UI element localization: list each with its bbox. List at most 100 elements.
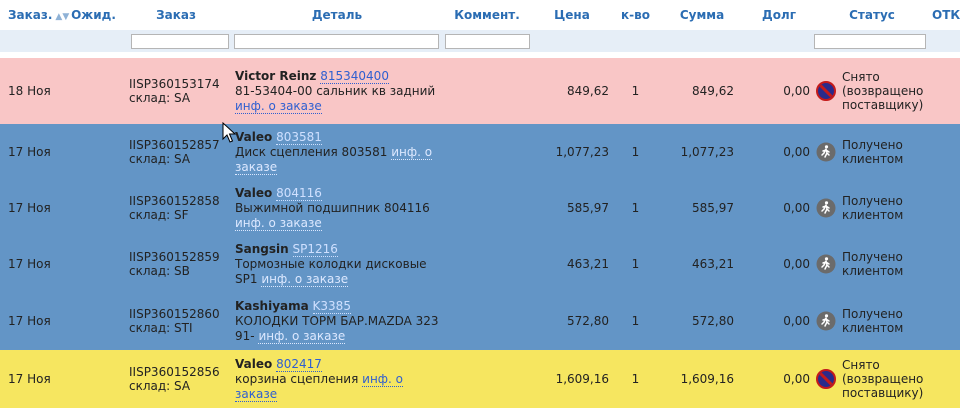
status-cell: Снято (возвращено поставщику) xyxy=(812,55,932,124)
warehouse: склад: SB xyxy=(129,264,190,278)
order-number: IISP360152859 xyxy=(129,250,220,264)
waiting-cell xyxy=(66,236,121,292)
order-info-link[interactable]: инф. о заказе xyxy=(235,98,322,114)
table-row[interactable]: 17 Ноя IISP360152860 склад: STI Kashiyama K… xyxy=(0,292,960,350)
quantity: 1 xyxy=(613,292,658,350)
order-info-link[interactable]: инф. о заказе xyxy=(261,271,349,287)
sum: 849,62 xyxy=(658,55,746,124)
detail-cell: Victor Reinz 815340400 81-53404-00 сальни… xyxy=(231,55,443,124)
brand-name: Victor Reinz xyxy=(235,68,317,83)
quantity: 1 xyxy=(613,180,658,236)
sum: 572,80 xyxy=(658,292,746,350)
status-cell: Снято (возвращено поставщику) xyxy=(812,350,932,408)
waiting-cell xyxy=(66,55,121,124)
price: 849,62 xyxy=(531,55,613,124)
col-header-waiting[interactable]: Ожид. xyxy=(66,0,121,30)
price: 1,077,23 xyxy=(531,124,613,180)
order-number-cell: IISP360152858 склад: SF xyxy=(121,180,231,236)
detail-filter-input[interactable] xyxy=(234,33,439,49)
status-text: Получено клиентом xyxy=(842,307,904,335)
quantity: 1 xyxy=(613,236,658,292)
refuse-cell xyxy=(932,124,960,180)
detail-cell: Kashiyama K3385 КОЛОДКИ ТОРМ БАР.MAZDA 32… xyxy=(231,292,443,350)
status-filter-input[interactable] xyxy=(814,33,926,49)
col-header-qty[interactable]: к-во xyxy=(613,0,658,30)
article-link[interactable]: SP1216 xyxy=(292,241,338,257)
price: 1,609,16 xyxy=(531,350,613,408)
walking-person-icon xyxy=(816,254,836,274)
debt: 0,00 xyxy=(746,124,812,180)
comment-cell xyxy=(443,180,531,236)
order-no-filter-input[interactable] xyxy=(131,33,229,49)
sum: 585,97 xyxy=(658,180,746,236)
order-number-cell: IISP360153174 склад: SA xyxy=(121,55,231,124)
order-info-link[interactable]: инф. о заказе xyxy=(235,215,322,231)
detail-description: 81-53404-00 сальник кв задний xyxy=(235,83,436,98)
table-row[interactable]: 17 Ноя IISP360152858 склад: SF Valeo 804116… xyxy=(0,180,960,236)
cancelled-icon xyxy=(816,369,836,389)
comment-cell xyxy=(443,236,531,292)
order-date: 17 Ноя xyxy=(0,236,66,292)
refuse-cell xyxy=(932,292,960,350)
header-row: Заказ. ▲▼ Ожид. Заказ Деталь Коммент. Цен… xyxy=(0,0,960,30)
status-cell: Получено клиентом xyxy=(812,236,932,292)
detail-description: Выжимной подшипник 804116 xyxy=(235,200,430,215)
warehouse: склад: SA xyxy=(129,152,191,166)
order-number: IISP360153174 xyxy=(129,77,220,91)
sort-arrows-icon[interactable]: ▲▼ xyxy=(55,12,69,22)
col-header-price[interactable]: Цена xyxy=(531,0,613,30)
article-link[interactable]: 804116 xyxy=(276,185,322,201)
status-text: Получено клиентом xyxy=(842,250,904,278)
detail-cell: Sangsin SP1216 Тормозные колодки дисковые… xyxy=(231,236,443,292)
order-info-link[interactable]: инф. о заказе xyxy=(258,328,346,344)
table-row[interactable]: 18 Ноя IISP360153174 склад: SA Victor Reinz… xyxy=(0,55,960,124)
table-row[interactable]: 17 Ноя IISP360152857 склад: SA Valeo 803581… xyxy=(0,124,960,180)
warehouse: склад: SA xyxy=(129,379,191,393)
warehouse: склад: SA xyxy=(129,91,191,105)
order-date: 18 Ноя xyxy=(0,55,66,124)
order-number: IISP360152857 xyxy=(129,138,220,152)
sum: 463,21 xyxy=(658,236,746,292)
comment-cell xyxy=(443,292,531,350)
debt: 0,00 xyxy=(746,292,812,350)
warehouse: склад: SF xyxy=(129,208,189,222)
col-header-order[interactable]: Заказ. ▲▼ xyxy=(0,0,69,30)
debt: 0,00 xyxy=(746,180,812,236)
col-header-comment[interactable]: Коммент. xyxy=(443,0,531,30)
table-row[interactable]: 17 Ноя IISP360152859 склад: SB Sangsin SP12… xyxy=(0,236,960,292)
comment-filter-input[interactable] xyxy=(445,33,530,49)
brand-name: Valeo xyxy=(235,129,273,144)
orders-table: Заказ. ▲▼ Ожид. Заказ Деталь Коммент. Цен… xyxy=(0,0,960,408)
article-link[interactable]: 815340400 xyxy=(320,68,389,84)
order-number-cell: IISP360152856 склад: SA xyxy=(121,350,231,408)
refuse-cell xyxy=(932,236,960,292)
order-date: 17 Ноя xyxy=(0,350,66,408)
price: 585,97 xyxy=(531,180,613,236)
table-row[interactable]: 17 Ноя IISP360152856 склад: SA Valeo 802417… xyxy=(0,350,960,408)
brand-name: Valeo xyxy=(235,185,273,200)
order-number-cell: IISP360152857 склад: SA xyxy=(121,124,231,180)
waiting-cell xyxy=(66,350,121,408)
article-link[interactable]: 802417 xyxy=(276,356,322,372)
article-link[interactable]: K3385 xyxy=(312,298,351,314)
col-header-debt[interactable]: Долг xyxy=(746,0,812,30)
article-link[interactable]: 803581 xyxy=(276,129,322,145)
order-number: IISP360152858 xyxy=(129,194,220,208)
brand-name: Kashiyama xyxy=(235,298,309,313)
walking-person-icon xyxy=(816,198,836,218)
status-cell: Получено клиентом xyxy=(812,180,932,236)
col-header-sum[interactable]: Сумма xyxy=(658,0,746,30)
quantity: 1 xyxy=(613,124,658,180)
col-header-status[interactable]: Статус xyxy=(812,0,932,30)
col-header-order-no[interactable]: Заказ xyxy=(121,0,231,30)
col-header-refuse[interactable]: ОТКАЗ xyxy=(932,0,960,30)
sum: 1,077,23 xyxy=(658,124,746,180)
debt: 0,00 xyxy=(746,55,812,124)
price: 572,80 xyxy=(531,292,613,350)
filter-row xyxy=(0,30,960,58)
comment-cell xyxy=(443,124,531,180)
status-cell: Получено клиентом xyxy=(812,292,932,350)
refuse-cell xyxy=(932,55,960,124)
col-header-detail[interactable]: Деталь xyxy=(231,0,443,30)
debt: 0,00 xyxy=(746,350,812,408)
